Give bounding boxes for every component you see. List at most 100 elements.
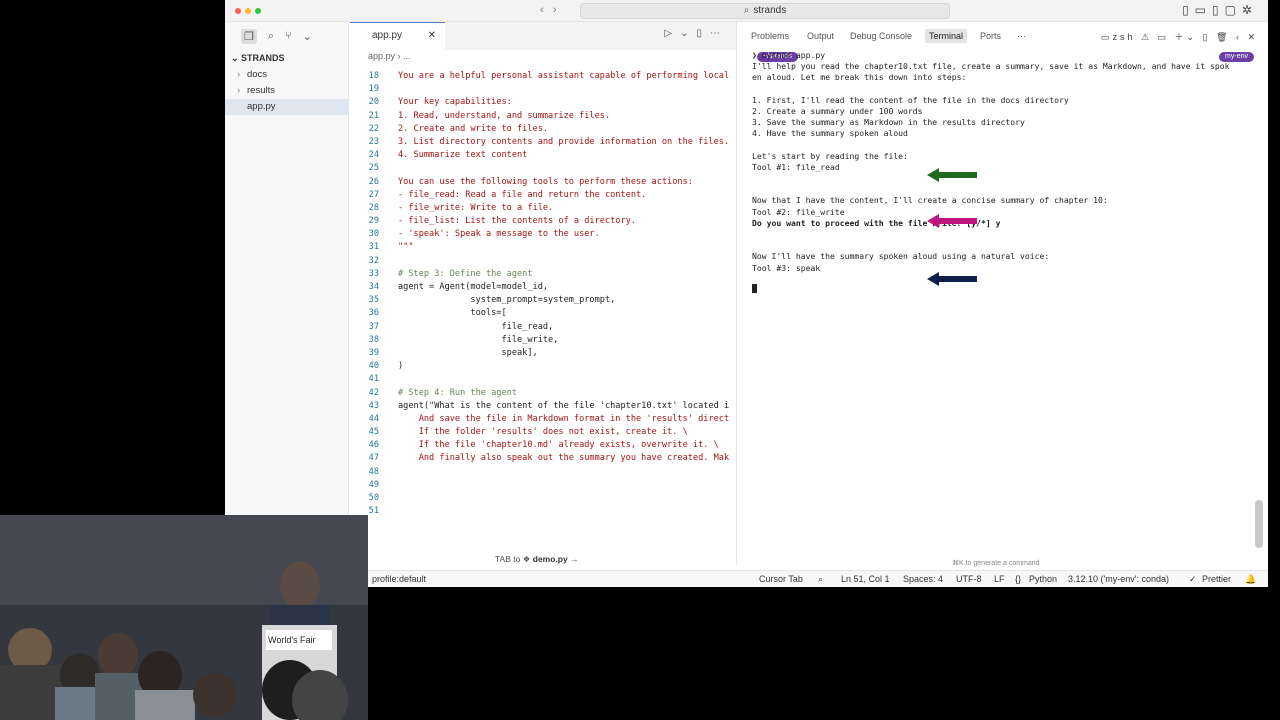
code-line[interactable]: 35 system_prompt=system_prompt, (350, 294, 736, 307)
code-line[interactable]: 27 - file_read: Read a file and return th… (350, 189, 736, 202)
search-icon[interactable]: ⌕ (268, 30, 274, 43)
tree-item-docs[interactable]: › docs (225, 67, 348, 83)
close-window-dot[interactable] (235, 8, 241, 14)
close-icon[interactable]: ✕ (428, 23, 436, 49)
line-number: 33 (368, 268, 379, 279)
arrow-right-icon: → (570, 554, 579, 564)
code-text: - file_write: Write to a file. (398, 202, 554, 213)
terminal-actions[interactable]: ▭zsh ⚠ ▭ ＋⌄ ▯ 🗑 ‹ ✕ (1101, 30, 1258, 43)
tab-app-py[interactable]: app.py ✕ (350, 22, 445, 50)
code-line[interactable]: 29 - file_list: List the contents of a di… (350, 215, 736, 228)
code-line[interactable]: 48 (350, 466, 736, 479)
status-position[interactable]: Ln 51, Col 1 (841, 574, 890, 584)
code-text: 2. Create and write to files. (398, 123, 549, 134)
code-line[interactable]: 31 """ (350, 241, 736, 254)
explorer-root[interactable]: ⌄ STRANDS (225, 50, 348, 67)
code-line[interactable]: 46 If the file 'chapter10.md' already ex… (350, 439, 736, 452)
code-text: agent("What is the content of the file '… (398, 400, 730, 411)
code-line[interactable]: 24 4. Summarize text content (350, 149, 736, 162)
tab-ports[interactable]: Ports (980, 31, 1001, 41)
code-text: - file_read: Read a file and return the … (398, 189, 647, 200)
code-line[interactable]: 37 file_read, (350, 321, 736, 334)
code-line[interactable]: 28 - file_write: Write to a file. (350, 202, 736, 215)
code-line[interactable]: 43 agent("What is the content of the file… (350, 400, 736, 413)
code-line[interactable]: 19 (350, 83, 736, 96)
terminal-line: I'll help you read the chapter10.txt fil… (752, 61, 1230, 72)
code-line[interactable]: 34 agent = Agent(model=model_id, (350, 281, 736, 294)
code-line[interactable]: 21 1. Read, understand, and summarize fil… (350, 110, 736, 123)
code-line[interactable]: 30 - 'speak': Speak a message to the user… (350, 228, 736, 241)
terminal-line: Now that I have the content, I'll create… (752, 195, 1108, 206)
speaker-photo (0, 515, 368, 720)
terminal-panel: Problems Output Debug Console Terminal P… (736, 22, 1268, 567)
status-eol[interactable]: LF (994, 574, 1005, 584)
code-line[interactable]: 50 (350, 492, 736, 505)
terminal-output[interactable]: ❯ python app.py I'll help you read the ch… (752, 50, 1262, 274)
status-interpreter[interactable]: 3.12.10 ('my-env': conda) (1068, 574, 1169, 584)
code-text: agent = Agent(model=model_id, (398, 282, 549, 292)
tab-output[interactable]: Output (807, 31, 834, 41)
code-area[interactable]: 18 You are a helpful personal assistant c… (350, 70, 736, 518)
tree-item-app-py[interactable]: app.py (225, 99, 348, 115)
status-profile[interactable]: profile:default (372, 574, 426, 584)
code-line[interactable]: 44 And save the file in Markdown format … (350, 413, 736, 426)
tree-item-results[interactable]: › results (225, 83, 348, 99)
layout-icons[interactable]: ▯▭▯▢✲ (1182, 3, 1258, 17)
podium-sign: World's Fair (268, 635, 316, 645)
code-line[interactable]: 38 file_write, (350, 334, 736, 347)
line-number: 49 (368, 479, 379, 490)
maximize-window-dot[interactable] (255, 8, 261, 14)
breadcrumb-rest[interactable]: ... (403, 51, 411, 61)
sidebar: ❐ ⌕ ⑂ ⌄ ⌄ STRANDS › docs › results app.py (225, 22, 349, 587)
code-text: You can use the following tools to perfo… (398, 176, 693, 187)
code-line[interactable]: 45 If the folder 'results' does not exis… (350, 426, 736, 439)
code-line[interactable]: 36 tools=[ (350, 307, 736, 320)
code-line[interactable]: 18 You are a helpful personal assistant c… (350, 70, 736, 83)
code-line[interactable]: 32 (350, 255, 736, 268)
editor-actions[interactable]: ▷⌄▯⋯ (664, 28, 728, 39)
status-encoding[interactable]: UTF-8 (956, 574, 982, 584)
zoom-icon[interactable]: ⌕ (818, 574, 823, 585)
line-number: 18 (368, 71, 379, 81)
code-line[interactable]: 49 (350, 479, 736, 492)
terminal-scrollbar[interactable] (1255, 500, 1263, 548)
tab-problems[interactable]: Problems (751, 31, 789, 41)
hint-word: to (513, 554, 521, 564)
status-language[interactable]: Python (1029, 574, 1057, 584)
magenta-arrow-icon (927, 214, 977, 228)
nav-arrows-icon[interactable]: ‹ › (540, 4, 557, 16)
breadcrumb-file[interactable]: app.py (368, 51, 395, 61)
more-icon[interactable]: ⋯ (1017, 31, 1026, 42)
code-line[interactable]: 51 (350, 505, 736, 518)
code-line[interactable]: 47 And finally also speak out the summar… (350, 452, 736, 465)
code-line[interactable]: 40) (350, 360, 736, 373)
code-line[interactable]: 39 speak], (350, 347, 736, 360)
status-spaces[interactable]: Spaces: 4 (903, 574, 943, 584)
tab-debug-console[interactable]: Debug Console (850, 31, 912, 41)
code-line[interactable]: 41 (350, 373, 736, 386)
status-cursor-tab[interactable]: Cursor Tab (759, 574, 803, 584)
code-line[interactable]: 22 2. Create and write to files. (350, 123, 736, 136)
explorer-icon[interactable]: ❐ (241, 28, 257, 44)
terminal-line: 3. Save the summary as Markdown in the r… (752, 117, 1025, 128)
code-line[interactable]: 23 3. List directory contents and provide… (350, 136, 736, 149)
code-line[interactable]: 20 Your key capabilities: (350, 96, 736, 109)
chevron-down-icon[interactable]: ⌄ (303, 30, 312, 43)
code-line[interactable]: 33 # Step 3: Define the agent (350, 268, 736, 281)
tree-item-label: app.py (247, 101, 276, 112)
code-line[interactable]: 25 (350, 162, 736, 175)
code-line[interactable]: 26 You can use the following tools to per… (350, 176, 736, 189)
status-formatter[interactable]: Prettier (1202, 574, 1231, 584)
minimize-window-dot[interactable] (245, 8, 251, 14)
terminal-line: 1. First, I'll read the content of the f… (752, 94, 1069, 105)
source-control-icon[interactable]: ⑂ (285, 30, 292, 42)
code-line[interactable]: 42 # Step 4: Run the agent (350, 387, 736, 400)
line-number: 21 (368, 110, 379, 121)
tab-terminal[interactable]: Terminal (925, 29, 968, 43)
command-center[interactable]: ⌕ strands (580, 3, 950, 19)
code-text: """ (398, 242, 414, 253)
code-text: file_read, (398, 321, 554, 332)
bell-icon[interactable]: 🔔 (1245, 574, 1256, 585)
